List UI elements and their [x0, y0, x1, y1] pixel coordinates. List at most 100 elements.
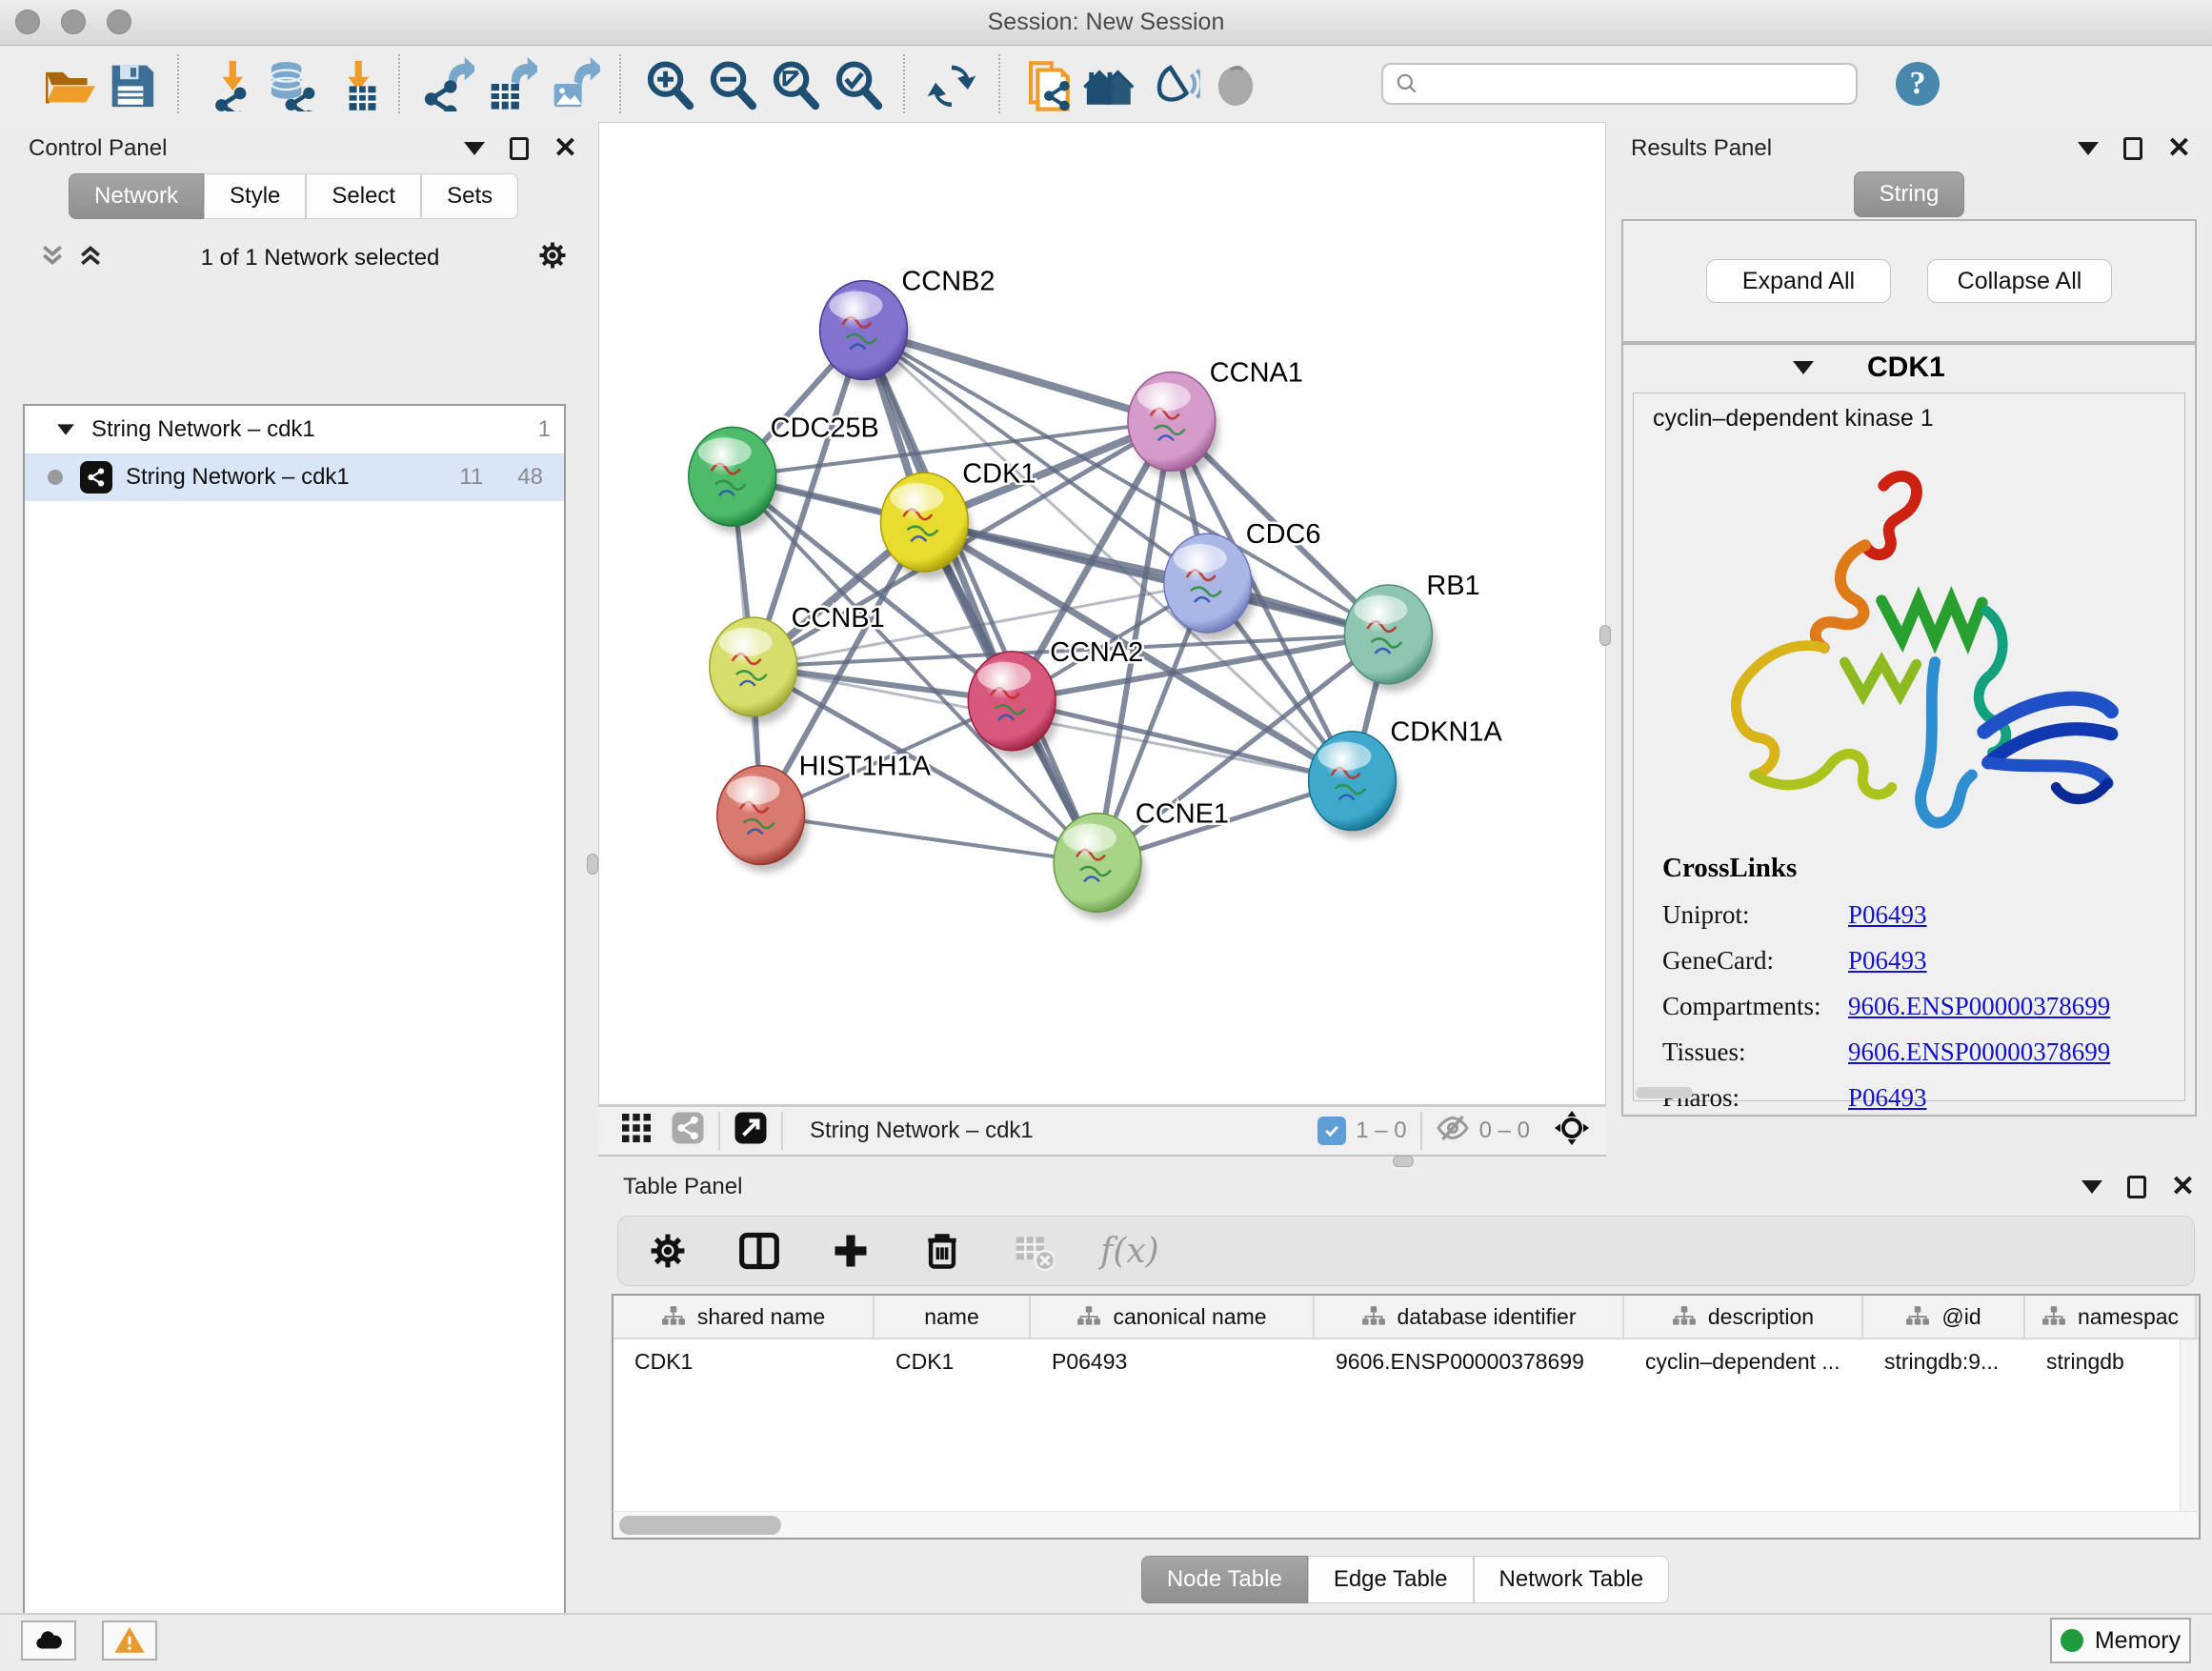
panel-menu-icon[interactable]	[464, 142, 485, 155]
panel-close-icon[interactable]: ✕	[2171, 1178, 2195, 1197]
close-window-button[interactable]	[15, 10, 40, 34]
tab-style[interactable]: Style	[204, 173, 306, 219]
panel-float-icon[interactable]	[2123, 137, 2142, 160]
crosslink-link[interactable]: P06493	[1848, 900, 1927, 930]
table-settings-gear-icon[interactable]	[643, 1226, 693, 1276]
panel-float-icon[interactable]	[510, 137, 529, 160]
zoom-in-button[interactable]	[636, 52, 699, 115]
panel-float-icon[interactable]	[2127, 1176, 2146, 1198]
node-HIST1H1A[interactable]: HIST1H1A	[717, 752, 932, 873]
export-table-button[interactable]	[478, 52, 541, 115]
help-button[interactable]: ?	[1896, 62, 1940, 106]
network-view-canvas[interactable]: CCNB2 CCNA1 CDC25B CDK1	[598, 122, 1606, 1105]
table-cell[interactable]: stringdb	[2025, 1339, 2197, 1383]
import-network-file-button[interactable]	[194, 52, 257, 115]
crosslink-link[interactable]: 9606.ENSP00000378699	[1848, 992, 2110, 1021]
node-table[interactable]: shared namenamecanonical namedatabase id…	[612, 1294, 2201, 1511]
birdseye-crosshair-icon[interactable]	[1555, 1111, 1589, 1152]
tab-select[interactable]: Select	[306, 173, 421, 219]
bottom-splitter-grip[interactable]	[1393, 1156, 1414, 1167]
import-table-file-button[interactable]	[320, 52, 383, 115]
tab-node-table[interactable]: Node Table	[1141, 1556, 1308, 1603]
column-header-shared-name[interactable]: shared name	[613, 1296, 875, 1338]
save-session-button[interactable]	[99, 52, 162, 115]
selected-nodes-checkbox[interactable]	[1317, 1117, 1346, 1145]
edge-CCNB2-CCNE1[interactable]	[863, 331, 1097, 863]
window-controls[interactable]	[15, 10, 131, 34]
collapse-all-button[interactable]: Collapse All	[1927, 259, 2112, 303]
tab-string[interactable]: String	[1854, 171, 1965, 217]
table-cell[interactable]: stringdb:9...	[1863, 1339, 2025, 1383]
grid-view-icon[interactable]	[619, 1111, 654, 1152]
scrollbar-thumb[interactable]	[619, 1516, 781, 1535]
crosslink-link[interactable]: P06493	[1848, 1083, 1927, 1113]
entry-collapse-icon[interactable]	[1793, 361, 1814, 374]
network-row-selected[interactable]: String Network – cdk1 11 48	[25, 453, 564, 501]
column-header-description[interactable]: description	[1624, 1296, 1863, 1338]
export-image-button[interactable]	[541, 52, 604, 115]
zoom-window-button[interactable]	[107, 10, 131, 34]
node-CCNA1[interactable]: CCNA1	[1128, 357, 1303, 478]
node-CDKN1A[interactable]: CDKN1A	[1309, 717, 1503, 838]
table-cell[interactable]: 9606.ENSP00000378699	[1315, 1339, 1624, 1383]
tab-network-table[interactable]: Network Table	[1474, 1556, 1670, 1603]
network-collection-row[interactable]: String Network – cdk1 1	[25, 406, 564, 453]
column-header-canonical-name[interactable]: canonical name	[1031, 1296, 1315, 1338]
enable-glass-button[interactable]	[1141, 52, 1204, 115]
table-horizontal-scrollbar[interactable]	[612, 1511, 2201, 1540]
tab-network[interactable]: Network	[69, 173, 204, 219]
minimize-window-button[interactable]	[61, 10, 86, 34]
tab-sets[interactable]: Sets	[421, 173, 518, 219]
tab-edge-table[interactable]: Edge Table	[1308, 1556, 1474, 1603]
column-header-namespac[interactable]: namespac	[2025, 1296, 2197, 1338]
memory-button[interactable]: Memory	[2050, 1618, 2191, 1663]
open-session-button[interactable]	[36, 52, 99, 115]
expand-all-icon[interactable]	[76, 241, 105, 274]
import-network-database-button[interactable]	[257, 52, 320, 115]
zoom-out-button[interactable]	[699, 52, 762, 115]
cloud-status-button[interactable]	[21, 1621, 76, 1661]
network-view-icon[interactable]	[671, 1111, 705, 1152]
panel-menu-icon[interactable]	[2078, 142, 2099, 155]
panel-menu-icon[interactable]	[2081, 1180, 2102, 1194]
node-CCNE1[interactable]: CCNE1	[1054, 799, 1229, 920]
export-network-button[interactable]	[415, 52, 478, 115]
string-import-button[interactable]	[1016, 52, 1078, 115]
search-box[interactable]	[1381, 63, 1858, 105]
show-column-panel-icon[interactable]	[734, 1226, 784, 1276]
right-splitter-grip[interactable]	[1599, 625, 1611, 646]
table-cell[interactable]: CDK1	[875, 1339, 1031, 1383]
results-scrollbar[interactable]	[1636, 1087, 1693, 1098]
apply-layout-button[interactable]	[920, 52, 983, 115]
node-RB1[interactable]: RB1	[1345, 571, 1480, 692]
left-splitter-grip[interactable]	[587, 854, 598, 875]
zoom-fit-button[interactable]	[762, 52, 825, 115]
node-CCNB1[interactable]: CCNB1	[710, 603, 885, 724]
zoom-selected-button[interactable]	[825, 52, 888, 115]
warning-status-button[interactable]	[102, 1621, 157, 1661]
hidden-eye-icon[interactable]	[1436, 1111, 1470, 1152]
panel-close-icon[interactable]: ✕	[2167, 139, 2191, 158]
search-input[interactable]	[1427, 70, 1844, 97]
collection-expand-icon[interactable]	[57, 424, 74, 434]
edge-HIST1H1A-CCNE1[interactable]	[761, 815, 1097, 863]
network-graph[interactable]: CCNB2 CCNA1 CDC25B CDK1	[599, 123, 1605, 1104]
add-column-icon[interactable]	[826, 1226, 875, 1276]
column-header--id[interactable]: @id	[1863, 1296, 2025, 1338]
network-options-gear-icon[interactable]	[535, 238, 570, 277]
delete-column-trash-icon[interactable]	[917, 1226, 967, 1276]
table-cell[interactable]: P06493	[1031, 1339, 1315, 1383]
column-header-name[interactable]: name	[875, 1296, 1031, 1338]
table-row[interactable]: CDK1CDK1P064939606.ENSP00000378699cyclin…	[613, 1339, 2199, 1383]
node-CDK1[interactable]: CDK1	[880, 458, 1036, 579]
string-home-button[interactable]	[1078, 52, 1141, 115]
table-cell[interactable]: cyclin–dependent ...	[1624, 1339, 1863, 1383]
detach-view-icon[interactable]	[734, 1111, 768, 1152]
table-vertical-scrollbar[interactable]	[2180, 1339, 2199, 1511]
column-header-database-identifier[interactable]: database identifier	[1315, 1296, 1624, 1338]
show-details-button[interactable]	[1204, 52, 1267, 115]
crosslink-link[interactable]: P06493	[1848, 946, 1927, 976]
table-cell[interactable]: CDK1	[613, 1339, 875, 1383]
panel-close-icon[interactable]: ✕	[553, 139, 577, 158]
expand-all-button[interactable]: Expand All	[1706, 259, 1891, 303]
